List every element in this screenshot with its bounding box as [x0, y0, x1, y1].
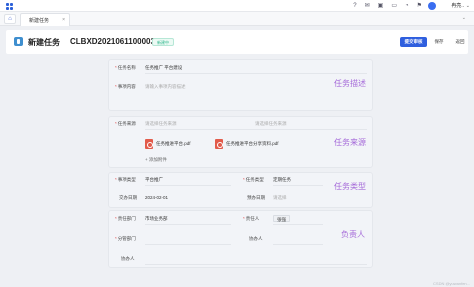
- attachment-name: 任务推进平台.pdf: [156, 141, 191, 146]
- document-icon: [14, 37, 23, 46]
- pdf-icon: [145, 139, 153, 149]
- close-icon[interactable]: ×: [62, 17, 65, 23]
- source-select-1[interactable]: 请选择任务来源: [145, 121, 177, 127]
- annotation-task-desc: 任务描述: [334, 79, 366, 88]
- responsibility-section: 责任部门 市场业务部 责任人 张强 负责人 分管部门 协办人 协办人: [108, 210, 373, 268]
- status-badge: 新建中: [152, 38, 174, 46]
- deliver-date-picker[interactable]: 2024-02-01: [145, 195, 168, 200]
- divider: [273, 224, 323, 225]
- save-button[interactable]: 保存: [431, 37, 447, 47]
- watermark: CSDN @yuwanfen...: [433, 281, 470, 286]
- submit-review-button[interactable]: 提交审核: [400, 37, 427, 47]
- toolbar-icons: ? ✉ ▣ ▭ ◔ ⚑: [353, 2, 422, 10]
- assist-label-2: 协办人: [121, 256, 135, 261]
- chevron-down-icon[interactable]: ⌄: [466, 2, 470, 10]
- assist-label: 协办人: [249, 236, 263, 241]
- mail-icon[interactable]: ✉: [365, 2, 370, 10]
- annotation-task-type: 任务类型: [334, 182, 366, 191]
- task-name-label: 任务名称: [115, 65, 136, 71]
- source-select-2[interactable]: 请选择任务来源: [255, 121, 287, 127]
- done-date-label: 预办日期: [247, 195, 265, 200]
- divider: [145, 224, 231, 225]
- assist-select[interactable]: [273, 244, 323, 245]
- divider: [273, 185, 323, 186]
- resp-person-tag[interactable]: 张强: [273, 215, 290, 222]
- annotation-person: 负责人: [341, 230, 365, 239]
- done-date-picker[interactable]: 请选择: [273, 195, 287, 201]
- task-code: CLBXD2021061100003: [70, 37, 155, 46]
- resp-person-label: 责任人: [243, 216, 260, 222]
- annotation-task-source: 任务来源: [334, 138, 366, 147]
- add-attachment-link[interactable]: + 添加附件: [145, 157, 167, 163]
- task-name-field[interactable]: 任务推广 平台建设: [145, 65, 182, 71]
- avatar[interactable]: [428, 2, 436, 10]
- task-type-section: 事项类型 平台推广 任务类型 定期任务 任务类型 交办日期 2024-02-01…: [108, 172, 373, 208]
- return-button[interactable]: 返回: [452, 37, 468, 47]
- tab-new-task[interactable]: 新建任务 ×: [20, 13, 70, 26]
- user-name[interactable]: 冉亮..: [451, 2, 464, 10]
- attachment-item[interactable]: 任务推进平台分享资料.pdf: [215, 138, 279, 150]
- task-type-select[interactable]: 定期任务: [273, 177, 291, 183]
- content-label: 事项内容: [115, 84, 136, 90]
- tab-label: 新建任务: [29, 18, 50, 24]
- attachment-item[interactable]: 任务推进平台.pdf: [145, 138, 191, 150]
- message-icon[interactable]: ▣: [378, 2, 384, 10]
- task-source-section: 任务来源 请选择任务来源 请选择任务来源 任务推进平台.pdf 任务推进平台分享…: [108, 116, 373, 168]
- grid-menu-icon[interactable]: [6, 3, 13, 10]
- deliver-date-label: 交办日期: [119, 195, 137, 200]
- monitor-icon[interactable]: ▭: [391, 2, 397, 10]
- source-label: 任务来源: [115, 121, 136, 127]
- assist-select-2[interactable]: [145, 264, 367, 265]
- question-icon[interactable]: ?: [353, 2, 356, 10]
- task-info-section: 任务名称 任务推广 平台建设 事项内容 请输入事项内容描述 任务描述: [108, 59, 373, 111]
- lead-dept-label: 分管部门: [115, 236, 136, 242]
- page-title: 新建任务: [28, 38, 60, 47]
- bell-icon[interactable]: ◔: [405, 2, 409, 10]
- task-type-label: 任务类型: [243, 177, 264, 183]
- item-type-label: 事项类型: [115, 177, 136, 183]
- top-bar: ? ✉ ▣ ▭ ◔ ⚑ 冉亮.. ⌄: [0, 0, 474, 12]
- tab-bar: ⌂ 新建任务 × ⌄: [0, 12, 474, 26]
- page-header: 新建任务 CLBXD2021061100003 新建中 提交审核 保存 返回: [6, 30, 468, 54]
- resp-dept-select[interactable]: 市场业务部: [145, 216, 168, 222]
- divider: [145, 73, 367, 74]
- lead-dept-select[interactable]: [145, 244, 231, 245]
- item-type-select[interactable]: 平台推广: [145, 177, 163, 183]
- home-icon[interactable]: ⌂: [4, 14, 16, 24]
- reward-icon[interactable]: ⚑: [417, 2, 422, 10]
- chevron-down-icon[interactable]: ⌄: [462, 15, 466, 21]
- resp-dept-label: 责任部门: [115, 216, 136, 222]
- pdf-icon: [215, 139, 223, 149]
- divider: [145, 129, 367, 130]
- attachment-name: 任务推进平台分享资料.pdf: [226, 141, 279, 146]
- content-textarea[interactable]: 请输入事项内容描述: [145, 84, 186, 90]
- divider: [145, 185, 231, 186]
